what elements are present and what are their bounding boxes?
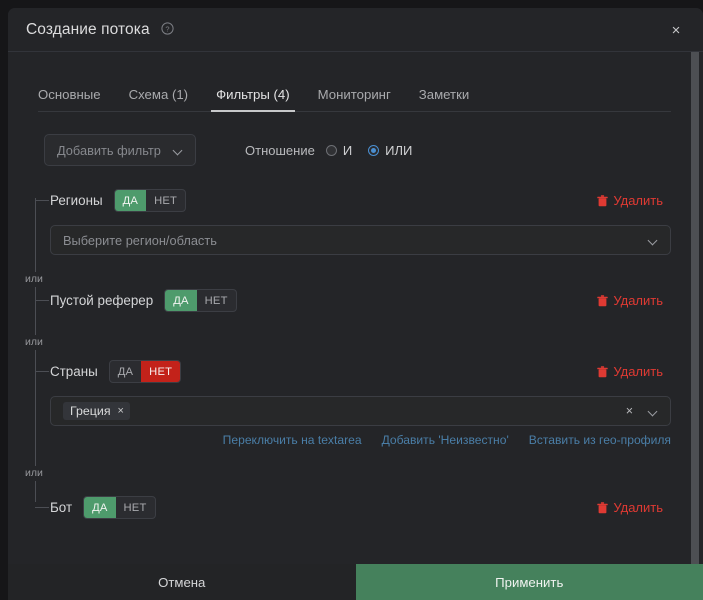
tag-item[interactable]: Греция × (63, 402, 130, 420)
delete-filter-label: Удалить (613, 293, 663, 308)
add-filter-dropdown[interactable]: Добавить фильтр (44, 134, 196, 166)
radio-icon-or (368, 144, 380, 156)
cancel-button[interactable]: Отмена (8, 564, 356, 600)
trash-icon (597, 365, 609, 378)
delete-filter-button[interactable]: Удалить (591, 292, 669, 309)
modal-title-text: Создание потока (26, 20, 150, 38)
toggle-yes[interactable]: ДА (110, 361, 141, 382)
countries-tag-input[interactable]: Греция × × (50, 396, 671, 426)
connector-or-1: или (22, 272, 46, 287)
relation-and-label: И (342, 142, 353, 158)
relation-radio-or[interactable]: ИЛИ (368, 143, 412, 158)
filter-header: Бот ДА НЕТ Удалить (50, 495, 671, 520)
connector-or-3: или (22, 466, 46, 481)
delete-filter-label: Удалить (613, 364, 663, 379)
modal-header: Создание потока ? × (8, 8, 703, 52)
tag-label: Греция (70, 404, 111, 418)
region-select[interactable]: Выберите регион/область (50, 225, 671, 255)
filter-name: Пустой реферер (50, 293, 154, 308)
relation-radio-and[interactable]: И (325, 142, 353, 158)
clear-all-icon[interactable]: × (626, 405, 633, 418)
tab-filters[interactable]: Фильтры (4) (211, 87, 295, 112)
scrollbar-track[interactable] (688, 52, 703, 564)
chevron-down-icon (649, 237, 659, 243)
tab-notes[interactable]: Заметки (419, 87, 469, 112)
filter-toggle-bot: ДА НЕТ (83, 496, 156, 519)
page-title: Создание потока ? (26, 21, 174, 39)
tree-branch (35, 507, 49, 508)
region-select-placeholder: Выберите регион/область (63, 232, 217, 248)
add-unknown-link[interactable]: Добавить 'Неизвестно' (382, 433, 509, 447)
chevron-down-icon (174, 147, 184, 153)
tab-osnovnye[interactable]: Основные (38, 87, 101, 112)
relation-group: Отношение И ИЛИ (245, 143, 428, 158)
toggle-yes[interactable]: ДА (165, 290, 197, 311)
chevron-down-icon[interactable] (649, 408, 659, 414)
tab-bar: Основные Схема (1) Фильтры (4) Мониторин… (8, 52, 703, 112)
connector-or-2: или (22, 335, 46, 350)
toggle-no[interactable]: НЕТ (146, 190, 185, 211)
toggle-no[interactable]: НЕТ (116, 497, 155, 518)
toggle-no[interactable]: НЕТ (197, 290, 236, 311)
svg-text:?: ? (165, 24, 169, 33)
toggle-yes[interactable]: ДА (114, 190, 147, 211)
tree-branch (35, 300, 49, 301)
tag-list: Греция × (63, 402, 626, 420)
countries-helper-links: Переключить на textarea Добавить 'Неизве… (50, 433, 671, 447)
toggle-textarea-link[interactable]: Переключить на textarea (223, 433, 362, 447)
filter-name: Регионы (50, 193, 103, 208)
toggle-no[interactable]: НЕТ (141, 361, 181, 382)
trash-icon (597, 194, 609, 207)
delete-filter-label: Удалить (613, 500, 663, 515)
relation-label: Отношение (245, 142, 315, 158)
radio-icon-and (325, 144, 337, 156)
close-icon[interactable]: × (667, 21, 685, 39)
filter-row: Регионы ДА НЕТ Удалить Выберите регион/о… (8, 188, 671, 255)
tree-branch (35, 371, 49, 372)
question-circle-icon[interactable]: ? (161, 21, 174, 35)
add-filter-label: Добавить фильтр (57, 142, 161, 158)
filter-header: Регионы ДА НЕТ Удалить (50, 188, 671, 213)
toggle-yes[interactable]: ДА (84, 497, 116, 518)
filter-row: Страны ДА НЕТ Удалить Греция × × Переклю… (8, 359, 671, 447)
filter-list: Регионы ДА НЕТ Удалить Выберите регион/о… (8, 188, 703, 520)
filter-header: Страны ДА НЕТ Удалить (50, 359, 671, 384)
delete-filter-label: Удалить (613, 193, 663, 208)
filter-name: Бот (50, 500, 73, 515)
filter-row: Бот ДА НЕТ Удалить (8, 495, 671, 520)
tab-monitoring[interactable]: Мониторинг (318, 87, 391, 112)
filter-toggle-empty-referer: ДА НЕТ (164, 289, 237, 312)
tree-branch (35, 200, 49, 201)
delete-filter-button[interactable]: Удалить (591, 499, 669, 516)
filter-toggle-countries: ДА НЕТ (108, 360, 182, 383)
delete-filter-button[interactable]: Удалить (591, 363, 669, 380)
filter-name: Страны (50, 364, 98, 379)
filter-row: Пустой реферер ДА НЕТ Удалить (8, 288, 671, 313)
filter-toggle-regions: ДА НЕТ (113, 189, 187, 212)
paste-geo-profile-link[interactable]: Вставить из гео-профиля (529, 433, 671, 447)
tab-schema[interactable]: Схема (1) (129, 87, 189, 112)
apply-button[interactable]: Применить (355, 564, 703, 600)
relation-or-label: ИЛИ (385, 142, 413, 158)
scrollbar-thumb[interactable] (691, 52, 699, 564)
delete-filter-button[interactable]: Удалить (591, 192, 669, 209)
trash-icon (597, 501, 609, 514)
filter-header: Пустой реферер ДА НЕТ Удалить (50, 288, 671, 313)
tag-remove-icon[interactable]: × (118, 405, 124, 417)
filter-toolbar: Добавить фильтр Отношение И ИЛИ (8, 112, 703, 166)
create-stream-modal: Создание потока ? × Основные Схема (1) Ф… (8, 8, 703, 600)
trash-icon (597, 294, 609, 307)
modal-footer: Отмена Применить (8, 564, 703, 600)
modal-body: Основные Схема (1) Фильтры (4) Мониторин… (8, 52, 703, 564)
